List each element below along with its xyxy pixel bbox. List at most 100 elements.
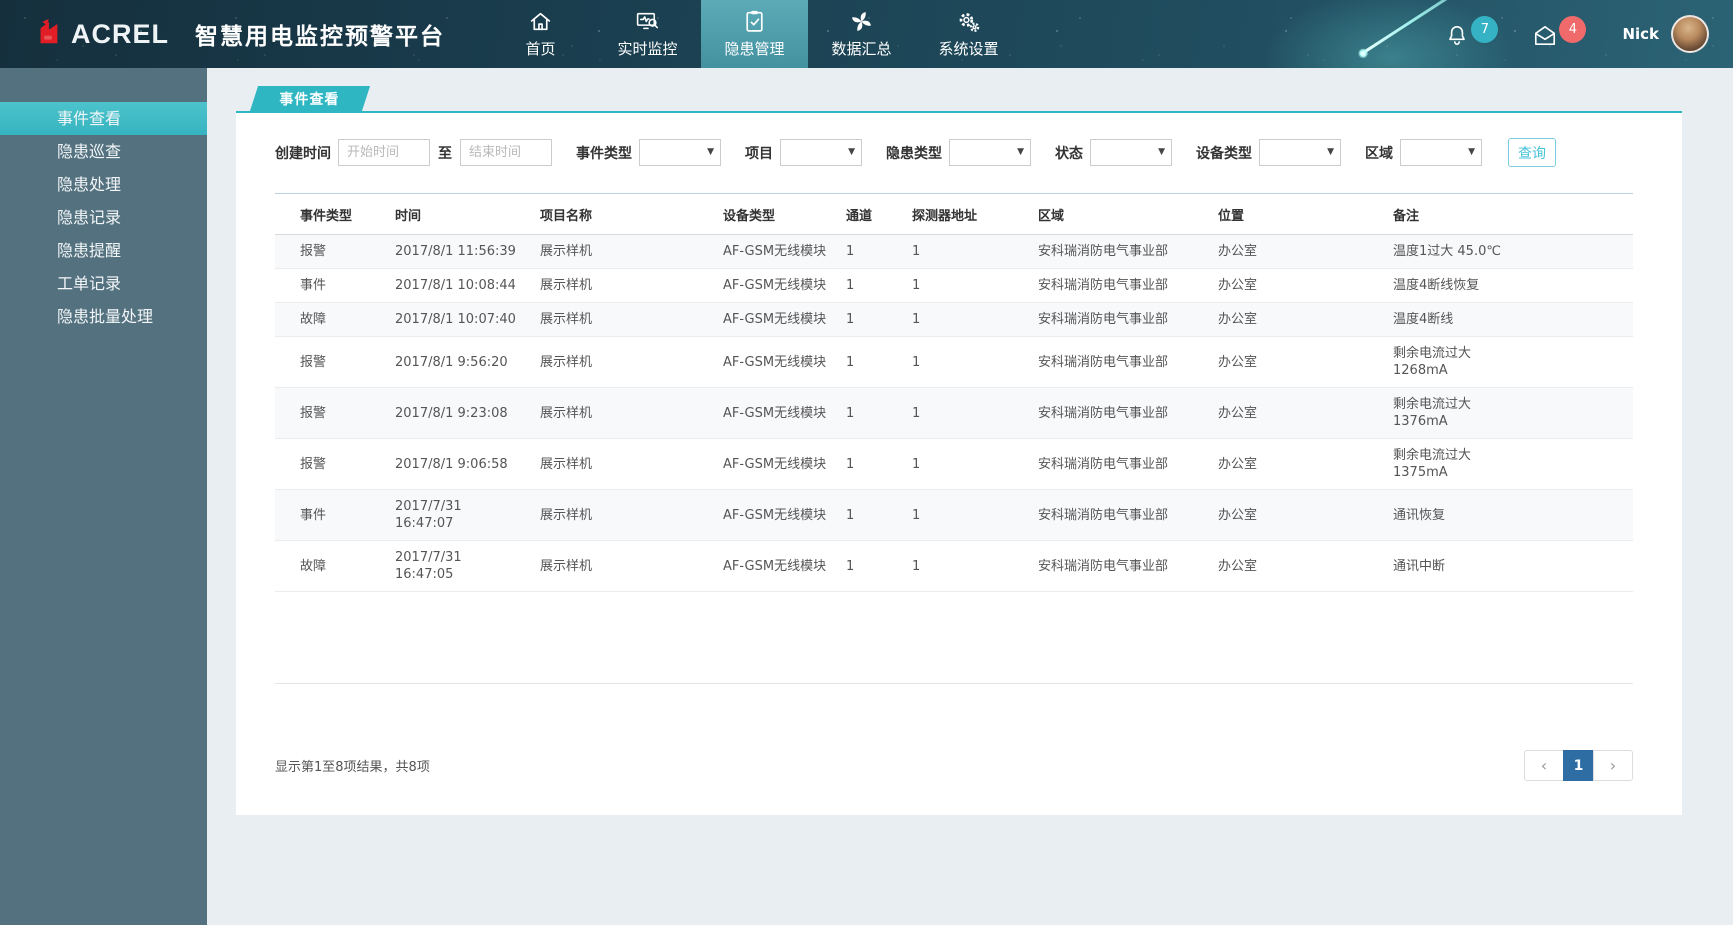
table-cell: 剩余电流过大 1375mA	[1385, 439, 1633, 490]
table-cell: 展示样机	[532, 388, 715, 439]
nav-item-hazard-management[interactable]: 隐患管理	[701, 0, 808, 68]
table-cell: 温度4断线	[1385, 303, 1633, 337]
table-cell: 1	[904, 439, 1030, 490]
messages-button[interactable]: 4	[1532, 16, 1586, 53]
table-cell: 展示样机	[532, 235, 715, 269]
sidebar-item[interactable]: 工单记录	[0, 267, 207, 300]
dropdown-arrow-icon: ▼	[1017, 148, 1024, 157]
table-cell: 1	[904, 337, 1030, 388]
table-row: 故障2017/8/1 10:07:40展示样机AF-GSM无线模块11安科瑞消防…	[275, 303, 1633, 337]
column-header: 位置	[1210, 194, 1385, 235]
main-content: 事件查看 创建时间 至 事件类型▼项目▼隐患类型▼状态▼设备类型▼区域▼ 查询 …	[207, 68, 1733, 925]
sidebar-item[interactable]: 隐患巡查	[0, 135, 207, 168]
table-cell: 温度4断线恢复	[1385, 269, 1633, 303]
notifications-button[interactable]: 7	[1444, 16, 1498, 53]
sidebar-item-label: 事件查看	[57, 109, 121, 128]
table-bottom-divider	[275, 592, 1633, 684]
end-time-input[interactable]	[460, 139, 552, 166]
to-label: 至	[438, 143, 452, 163]
filter-group: 事件类型▼	[576, 139, 721, 166]
column-header: 项目名称	[532, 194, 715, 235]
filter-select[interactable]: ▼	[949, 139, 1031, 166]
table-cell: 1	[838, 337, 904, 388]
filter-group: 区域▼	[1365, 139, 1482, 166]
column-header: 通道	[838, 194, 904, 235]
table-cell: 1	[904, 490, 1030, 541]
table-row: 报警2017/8/1 11:56:39展示样机AF-GSM无线模块11安科瑞消防…	[275, 235, 1633, 269]
table-cell: 2017/8/1 10:07:40	[387, 303, 532, 337]
table-cell: 2017/8/1 9:56:20	[387, 337, 532, 388]
page-title: 智慧用电监控预警平台	[195, 17, 445, 51]
table-cell: 2017/7/31 16:47:05	[387, 541, 532, 592]
dropdown-arrow-icon: ▼	[1158, 148, 1165, 157]
table-cell: AF-GSM无线模块	[715, 337, 838, 388]
table-cell: 2017/8/1 10:08:44	[387, 269, 532, 303]
nav-item-system-settings[interactable]: 系统设置	[915, 0, 1022, 68]
home-icon	[528, 9, 553, 34]
sidebar-item[interactable]: 隐患记录	[0, 201, 207, 234]
brand-name: ACREL	[71, 19, 169, 50]
table-cell: 办公室	[1210, 541, 1385, 592]
table-cell: 办公室	[1210, 235, 1385, 269]
table-cell: 事件	[275, 269, 387, 303]
user-avatar[interactable]	[1671, 15, 1709, 53]
tab-label: 事件查看	[279, 88, 339, 113]
dropdown-arrow-icon: ▼	[707, 148, 714, 157]
message-count-badge: 4	[1559, 16, 1586, 43]
nav-item-realtime-monitor[interactable]: 实时监控	[594, 0, 701, 68]
filter-label: 隐患类型	[886, 143, 942, 163]
column-header: 事件类型	[275, 194, 387, 235]
pager: ‹ 1 ›	[1524, 750, 1633, 781]
acrel-logo-icon	[33, 17, 63, 51]
table-cell: 报警	[275, 439, 387, 490]
sidebar-item-label: 工单记录	[57, 274, 121, 293]
prev-page-button[interactable]: ‹	[1524, 750, 1564, 781]
nav-item-home[interactable]: 首页	[487, 0, 594, 68]
table-cell: 2017/8/1 9:06:58	[387, 439, 532, 490]
table-cell: AF-GSM无线模块	[715, 439, 838, 490]
table-cell: 安科瑞消防电气事业部	[1030, 388, 1210, 439]
results-summary: 显示第1至8项结果，共8项	[275, 756, 430, 775]
table-cell: 办公室	[1210, 439, 1385, 490]
tab-event-view[interactable]: 事件查看	[250, 86, 370, 111]
table-row: 事件2017/7/31 16:47:07展示样机AF-GSM无线模块11安科瑞消…	[275, 490, 1633, 541]
search-button[interactable]: 查询	[1508, 138, 1556, 167]
filter-select[interactable]: ▼	[639, 139, 721, 166]
filter-select[interactable]: ▼	[1090, 139, 1172, 166]
filter-select[interactable]: ▼	[780, 139, 862, 166]
table-cell: 1	[838, 269, 904, 303]
filter-select[interactable]: ▼	[1400, 139, 1482, 166]
table-cell: 1	[838, 490, 904, 541]
sidebar-item[interactable]: 隐患批量处理	[0, 300, 207, 333]
table-row: 故障2017/7/31 16:47:05展示样机AF-GSM无线模块11安科瑞消…	[275, 541, 1633, 592]
next-page-button[interactable]: ›	[1593, 750, 1633, 781]
table-cell: 1	[904, 269, 1030, 303]
table-cell: 1	[904, 303, 1030, 337]
table-cell: 1	[904, 388, 1030, 439]
table-row: 报警2017/8/1 9:56:20展示样机AF-GSM无线模块11安科瑞消防电…	[275, 337, 1633, 388]
filter-select[interactable]: ▼	[1259, 139, 1341, 166]
table-cell: 1	[838, 303, 904, 337]
filter-bar: 创建时间 至 事件类型▼项目▼隐患类型▼状态▼设备类型▼区域▼ 查询	[275, 113, 1633, 167]
table-cell: 办公室	[1210, 303, 1385, 337]
table-cell: 1	[904, 541, 1030, 592]
sidebar-item[interactable]: 隐患处理	[0, 168, 207, 201]
start-time-input[interactable]	[338, 139, 430, 166]
table-cell: 故障	[275, 303, 387, 337]
nav-label: 实时监控	[617, 38, 677, 59]
table-cell: AF-GSM无线模块	[715, 269, 838, 303]
nav-item-data-summary[interactable]: 数据汇总	[808, 0, 915, 68]
filter-group: 状态▼	[1055, 139, 1172, 166]
page-1-button[interactable]: 1	[1563, 750, 1594, 781]
table-cell: 通讯恢复	[1385, 490, 1633, 541]
table-cell: 办公室	[1210, 337, 1385, 388]
sidebar-item[interactable]: 事件查看	[0, 102, 207, 135]
nav-label: 隐患管理	[724, 38, 784, 59]
table-cell: 2017/8/1 9:23:08	[387, 388, 532, 439]
table-cell: 剩余电流过大 1376mA	[1385, 388, 1633, 439]
nav-label: 系统设置	[938, 38, 998, 59]
sidebar-item-label: 隐患处理	[57, 175, 121, 194]
sidebar-item[interactable]: 隐患提醒	[0, 234, 207, 267]
table-cell: 故障	[275, 541, 387, 592]
table-cell: 办公室	[1210, 269, 1385, 303]
